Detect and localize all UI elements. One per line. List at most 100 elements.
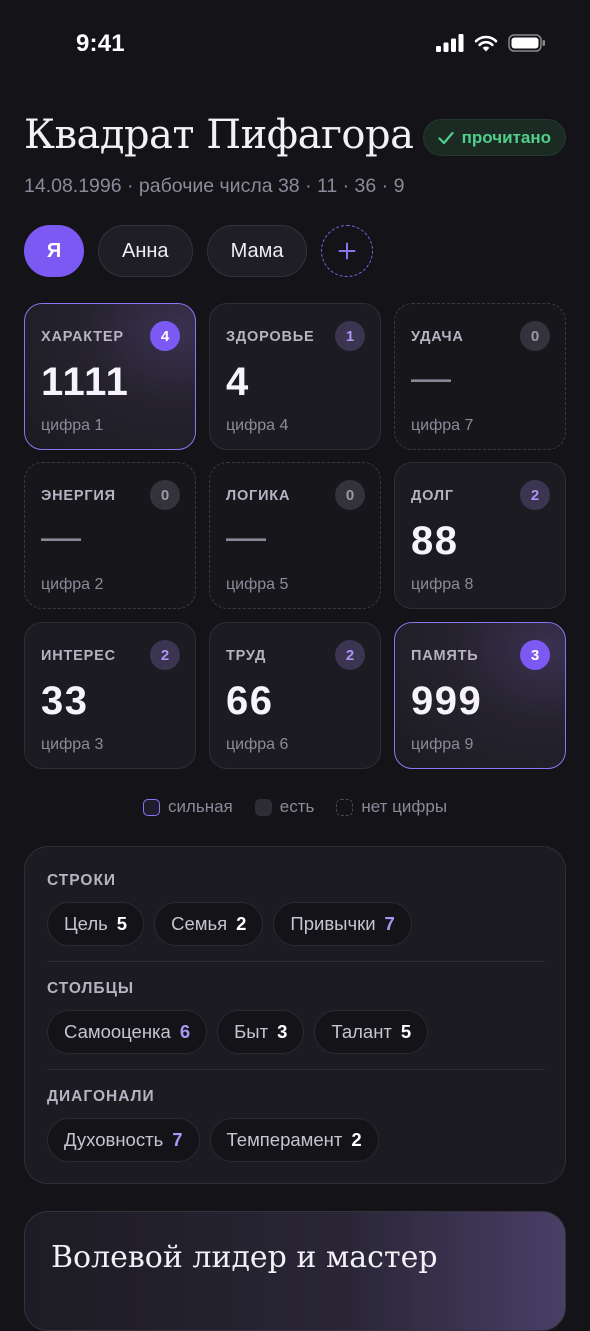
cell-value: —	[41, 515, 83, 559]
pill-label: Талант	[331, 1021, 392, 1042]
cell-digit: цифра 8	[411, 576, 474, 593]
grid-cell-character[interactable]: ХАРАКТЕР 4 1111 цифра 1	[24, 303, 196, 450]
legend-label: сильная	[167, 797, 233, 816]
diagonal-pill-temperament[interactable]: Темперамент 2	[209, 1118, 379, 1162]
grid-cell-health[interactable]: ЗДОРОВЬЕ 1 4 цифра 4	[209, 303, 381, 450]
pill-label: Самооценка	[64, 1021, 171, 1042]
columns-pills: Самооценка 6 Быт 3 Талант 5	[47, 1010, 429, 1054]
cell-label: ПАМЯТЬ	[411, 648, 479, 664]
row-pill-family[interactable]: Семья 2	[154, 902, 264, 946]
profile-chip-anna[interactable]: Анна	[98, 225, 193, 277]
column-pill-talent[interactable]: Талант 5	[314, 1010, 429, 1054]
signal-icon	[436, 34, 464, 52]
cell-count-badge: 2	[335, 640, 365, 670]
column-pill-self-esteem[interactable]: Самооценка 6	[47, 1010, 208, 1054]
cell-label: ХАРАКТЕР	[41, 329, 124, 345]
cell-count-badge: 0	[335, 480, 365, 510]
diagonals-section-title: ДИАГОНАЛИ	[47, 1088, 155, 1105]
cell-label: ЛОГИКА	[226, 488, 291, 504]
legend-swatch-have	[254, 798, 272, 816]
legend-have: есть	[254, 797, 315, 817]
pill-label: Темперамент	[226, 1129, 343, 1150]
header: Квадрат Пифагора прочитано	[24, 112, 566, 164]
cell-count-badge: 2	[520, 480, 550, 510]
result-title: Волевой лидер и мастер	[51, 1240, 438, 1275]
grid-cell-labor[interactable]: ТРУД 2 66 цифра 6	[209, 622, 381, 769]
cell-count-badge: 0	[150, 480, 180, 510]
grid-cell-memory[interactable]: ПАМЯТЬ 3 999 цифра 9	[394, 622, 566, 769]
section-divider	[47, 1069, 545, 1070]
legend-swatch-none	[336, 798, 354, 816]
plus-icon	[338, 242, 356, 260]
legend-label: нет цифры	[361, 797, 448, 816]
columns-section-title: СТОЛБЦЫ	[47, 980, 135, 997]
grid-cell-interest[interactable]: ИНТЕРЕС 2 33 цифра 3	[24, 622, 196, 769]
legend-swatch-strong	[142, 798, 160, 816]
cell-digit: цифра 2	[41, 576, 104, 593]
rows-pills: Цель 5 Семья 2 Привычки 7	[47, 902, 412, 946]
profile-chip-me[interactable]: Я	[24, 225, 84, 277]
rows-section-title: СТРОКИ	[47, 872, 117, 889]
cell-value: 88	[411, 519, 459, 563]
cell-count-badge: 4	[150, 321, 180, 351]
cell-digit: цифра 9	[411, 736, 474, 753]
section-divider	[47, 961, 545, 962]
page-title: Квадрат Пифагора	[24, 112, 414, 158]
profile-chip-mama[interactable]: Мама	[206, 225, 308, 277]
pill-label: Привычки	[290, 913, 376, 934]
grid-legend: сильная есть нет цифры	[0, 797, 590, 817]
row-pill-habits[interactable]: Привычки 7	[273, 902, 412, 946]
cell-digit: цифра 4	[226, 417, 289, 434]
grid-cell-logic[interactable]: ЛОГИКА 0 — цифра 5	[209, 462, 381, 609]
read-status-badge[interactable]: прочитано	[422, 119, 566, 156]
add-profile-button[interactable]	[321, 225, 374, 277]
result-card[interactable]: Волевой лидер и мастер	[24, 1211, 566, 1331]
pill-value: 7	[384, 913, 395, 934]
pill-value: 2	[351, 1129, 362, 1150]
cell-digit: цифра 5	[226, 576, 289, 593]
status-time: 9:41	[76, 30, 125, 57]
cell-count-badge: 0	[520, 321, 550, 351]
cell-count-badge: 2	[150, 640, 180, 670]
grid-cell-energy[interactable]: ЭНЕРГИЯ 0 — цифра 2	[24, 462, 196, 609]
diagonals-pills: Духовность 7 Темперамент 2	[47, 1118, 379, 1162]
check-icon	[438, 131, 454, 144]
cell-value: 4	[226, 360, 250, 404]
cell-digit: цифра 6	[226, 736, 289, 753]
cell-count-badge: 3	[520, 640, 550, 670]
cell-label: ЗДОРОВЬЕ	[226, 329, 315, 345]
grid-cell-duty[interactable]: ДОЛГ 2 88 цифра 8	[394, 462, 566, 609]
pill-label: Быт	[234, 1021, 269, 1042]
cell-label: УДАЧА	[411, 329, 464, 345]
status-bar: 9:41	[0, 0, 590, 90]
legend-strong: сильная	[142, 797, 233, 817]
pill-label: Цель	[64, 913, 108, 934]
pill-value: 5	[116, 913, 128, 934]
grid-cell-luck[interactable]: УДАЧА 0 — цифра 7	[394, 303, 566, 450]
cell-value: 999	[411, 679, 483, 723]
cell-value: 1111	[41, 360, 130, 404]
cell-count-badge: 1	[335, 321, 365, 351]
status-icons	[436, 34, 546, 52]
wifi-icon	[474, 35, 498, 52]
pill-value: 5	[400, 1021, 412, 1042]
cell-digit: цифра 3	[41, 736, 104, 753]
cell-label: ТРУД	[226, 648, 267, 664]
battery-icon	[508, 34, 545, 52]
cell-digit: цифра 1	[41, 417, 104, 434]
column-pill-household[interactable]: Быт 3	[217, 1010, 305, 1054]
legend-none: нет цифры	[336, 797, 447, 817]
pill-value: 3	[277, 1021, 288, 1042]
profile-chips: Я Анна Мама	[24, 225, 374, 277]
cell-label: ИНТЕРЕС	[41, 648, 116, 664]
pill-value: 7	[172, 1129, 183, 1150]
lines-card: СТРОКИ Цель 5 Семья 2 Привычки 7 СТОЛБЦЫ…	[24, 846, 566, 1184]
cell-label: ЭНЕРГИЯ	[41, 488, 116, 504]
row-pill-goal[interactable]: Цель 5	[47, 902, 145, 946]
pill-value: 6	[179, 1021, 191, 1042]
legend-label: есть	[279, 797, 315, 816]
diagonal-pill-spirituality[interactable]: Духовность 7	[47, 1118, 200, 1162]
cell-value: 66	[226, 679, 274, 723]
read-badge-label: прочитано	[461, 127, 551, 147]
pill-label: Семья	[171, 913, 228, 934]
